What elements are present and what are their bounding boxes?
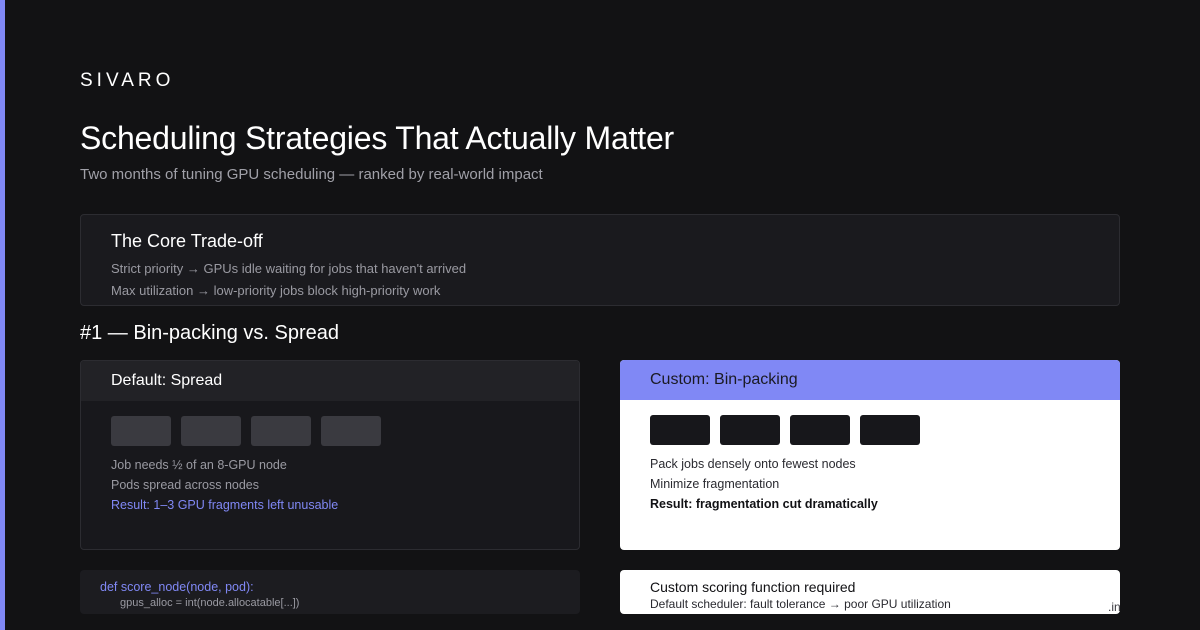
scoring-note: Custom scoring function required Default…: [620, 570, 1120, 614]
core-tradeoff-line-1: Strict priority → GPUs idle waiting for …: [111, 261, 467, 276]
code-line-2: gpus_alloc = int(node.allocatable[...]): [120, 597, 300, 609]
binpack-line-1: Pack jobs densely onto fewest nodes: [650, 457, 856, 471]
spread-card: Default: Spread Job needs ½ of an 8-GPU …: [80, 360, 580, 550]
core-tradeoff-panel: The Core Trade-off Strict priority → GPU…: [80, 214, 1120, 306]
watermark: .in: [1108, 600, 1121, 614]
gpu-node-block: [251, 416, 311, 446]
gpu-node-block: [720, 415, 780, 445]
page-subtitle: Two months of tuning GPU scheduling — ra…: [80, 166, 543, 183]
gpu-node-block: [790, 415, 850, 445]
core-tradeoff-line-2: Max utilization → low-priority jobs bloc…: [111, 283, 441, 298]
scoring-note-line: Default scheduler: fault tolerance → poo…: [650, 597, 951, 611]
spread-result: Result: 1–3 GPU fragments left unusable: [111, 498, 339, 512]
scoring-note-heading: Custom scoring function required: [650, 579, 856, 595]
gpu-node-block: [321, 416, 381, 446]
page-title: Scheduling Strategies That Actually Matt…: [80, 120, 675, 156]
section-title: #1 — Bin-packing vs. Spread: [80, 322, 340, 344]
spread-card-heading: Default: Spread: [81, 361, 579, 401]
brand-logo: SIVARO: [80, 70, 175, 91]
gpu-node-block: [650, 415, 710, 445]
spread-node-row: [111, 416, 381, 446]
binpack-card-heading: Custom: Bin-packing: [620, 360, 1120, 400]
gpu-node-block: [181, 416, 241, 446]
code-line-1: def score_node(node, pod):: [100, 580, 254, 594]
spread-line-1: Job needs ½ of an 8-GPU node: [111, 458, 287, 472]
binpack-line-2: Minimize fragmentation: [650, 477, 780, 491]
binpack-result: Result: fragmentation cut dramatically: [650, 497, 878, 511]
gpu-node-block: [111, 416, 171, 446]
spread-line-2: Pods spread across nodes: [111, 478, 260, 492]
gpu-node-block: [860, 415, 920, 445]
binpack-node-row: [650, 415, 920, 445]
binpack-card: Custom: Bin-packing Pack jobs densely on…: [620, 360, 1120, 550]
code-snippet: def score_node(node, pod): gpus_alloc = …: [80, 570, 580, 614]
core-tradeoff-heading: The Core Trade-off: [111, 231, 263, 251]
accent-bar: [0, 0, 5, 630]
